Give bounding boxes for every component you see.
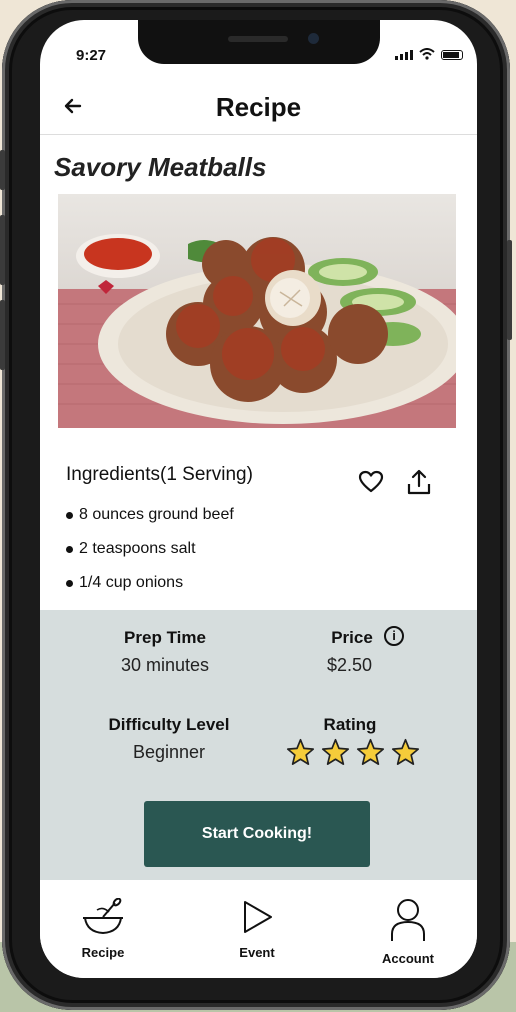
price-value: $2.50 xyxy=(326,655,373,675)
tab-account-label: Account xyxy=(382,951,434,966)
difficulty-value: Beginner xyxy=(132,742,206,762)
notch xyxy=(138,20,380,64)
rating-label: Rating xyxy=(323,715,377,734)
phone-frame: 9:27 Recipe Savory Meatballs Ingredients… xyxy=(0,0,512,1010)
top-header: Recipe xyxy=(40,82,477,135)
wifi-icon xyxy=(419,48,435,60)
prep-time-label: Prep Time xyxy=(124,628,206,647)
difficulty-label: Difficulty Level xyxy=(108,715,230,734)
price-label: Price xyxy=(331,628,373,647)
heart-icon[interactable] xyxy=(358,470,384,494)
person-icon xyxy=(391,899,425,941)
tab-recipe[interactable]: Recipe xyxy=(58,897,148,960)
tab-event[interactable]: Event xyxy=(212,898,302,960)
tab-recipe-label: Recipe xyxy=(81,945,125,960)
info-icon[interactable]: i xyxy=(384,626,404,646)
bowl-whisk-icon xyxy=(83,897,123,935)
front-camera xyxy=(308,33,319,44)
ingredient-item: 2 teaspoons salt xyxy=(66,532,234,566)
power-button xyxy=(507,240,512,340)
page-title: Recipe xyxy=(215,92,302,122)
ingredient-list: 8 ounces ground beef 2 teaspoons salt 1/… xyxy=(66,498,234,600)
star-icon xyxy=(321,738,350,765)
ingredient-item: 1/4 cup onions xyxy=(66,566,234,600)
star-icon xyxy=(356,738,385,765)
tab-event-label: Event xyxy=(239,945,275,960)
play-triangle-icon xyxy=(244,901,272,933)
status-icons xyxy=(395,48,463,60)
start-cooking-button[interactable]: Start Cooking! xyxy=(144,801,370,867)
star-icon xyxy=(391,738,420,765)
volume-up-button xyxy=(0,215,5,285)
recipe-photo xyxy=(58,194,456,428)
speaker-grille xyxy=(228,36,288,42)
signal-icon xyxy=(395,50,413,60)
volume-down-button xyxy=(0,300,5,370)
ingredients-heading: Ingredients(1 Serving) xyxy=(66,464,253,485)
app-screen: 9:27 Recipe Savory Meatballs Ingredients… xyxy=(40,20,477,978)
star-icon xyxy=(286,738,315,765)
ingredient-item: 8 ounces ground beef xyxy=(66,498,234,532)
tab-account[interactable]: Account xyxy=(363,898,453,966)
prep-time-value: 30 minutes xyxy=(120,655,210,675)
rating-stars xyxy=(286,738,420,767)
status-time: 9:27 xyxy=(76,47,107,64)
bottom-tab-bar: Recipe Event Account xyxy=(40,882,477,978)
recipe-name: Savory Meatballs xyxy=(54,152,267,182)
share-icon[interactable] xyxy=(406,468,432,496)
battery-icon xyxy=(441,50,463,60)
mute-switch xyxy=(0,150,5,190)
